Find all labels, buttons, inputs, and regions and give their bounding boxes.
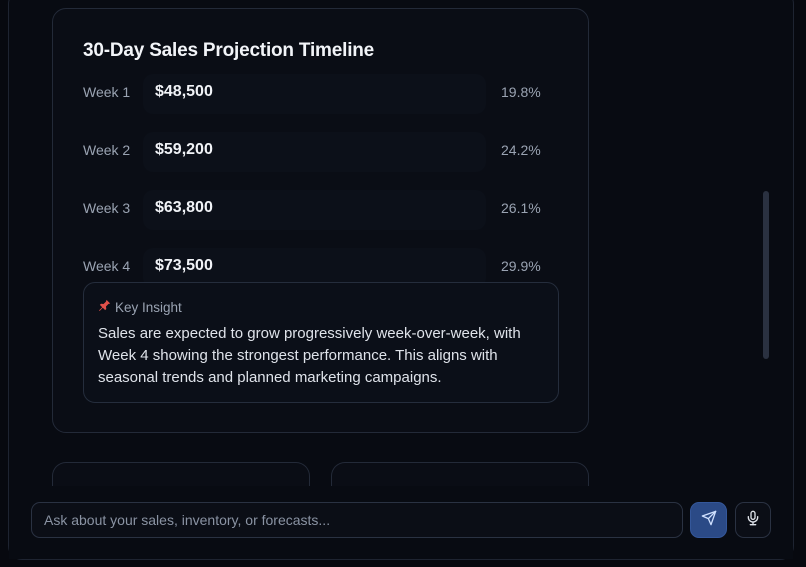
week-label: Week 1 xyxy=(83,84,131,100)
week-row: Week 2 $59,200 24.2% xyxy=(53,132,590,172)
send-icon xyxy=(701,510,717,531)
week-percentage: 29.9% xyxy=(501,258,541,274)
week-value: $59,200 xyxy=(155,141,213,158)
week-percentage: 19.8% xyxy=(501,84,541,100)
sales-projection-card: 30-Day Sales Projection Timeline Week 1 … xyxy=(52,8,589,433)
pushpin-icon xyxy=(98,299,111,315)
chat-input[interactable] xyxy=(31,502,683,538)
insight-body: Sales are expected to grow progressively… xyxy=(98,325,521,386)
insight-heading-text: Key Insight xyxy=(115,299,182,315)
week-value: $48,500 xyxy=(155,83,213,100)
week-label: Week 3 xyxy=(83,200,131,216)
microphone-button[interactable] xyxy=(735,502,771,538)
week-label: Week 4 xyxy=(83,258,131,274)
send-button[interactable] xyxy=(690,502,727,538)
week-value: $63,800 xyxy=(155,199,213,216)
key-insight-box: Key Insight Sales are expected to grow p… xyxy=(83,282,559,403)
scrollbar-thumb[interactable] xyxy=(763,191,769,359)
week-row: Week 1 $48,500 19.8% xyxy=(53,74,590,114)
week-value: $73,500 xyxy=(155,257,213,274)
insight-heading: Key Insight xyxy=(98,299,182,315)
week-percentage: 24.2% xyxy=(501,142,541,158)
week-label: Week 2 xyxy=(83,142,131,158)
card-title: 30-Day Sales Projection Timeline xyxy=(83,40,375,61)
week-percentage: 26.1% xyxy=(501,200,541,216)
week-row: Week 3 $63,800 26.1% xyxy=(53,190,590,230)
microphone-icon xyxy=(745,510,761,531)
